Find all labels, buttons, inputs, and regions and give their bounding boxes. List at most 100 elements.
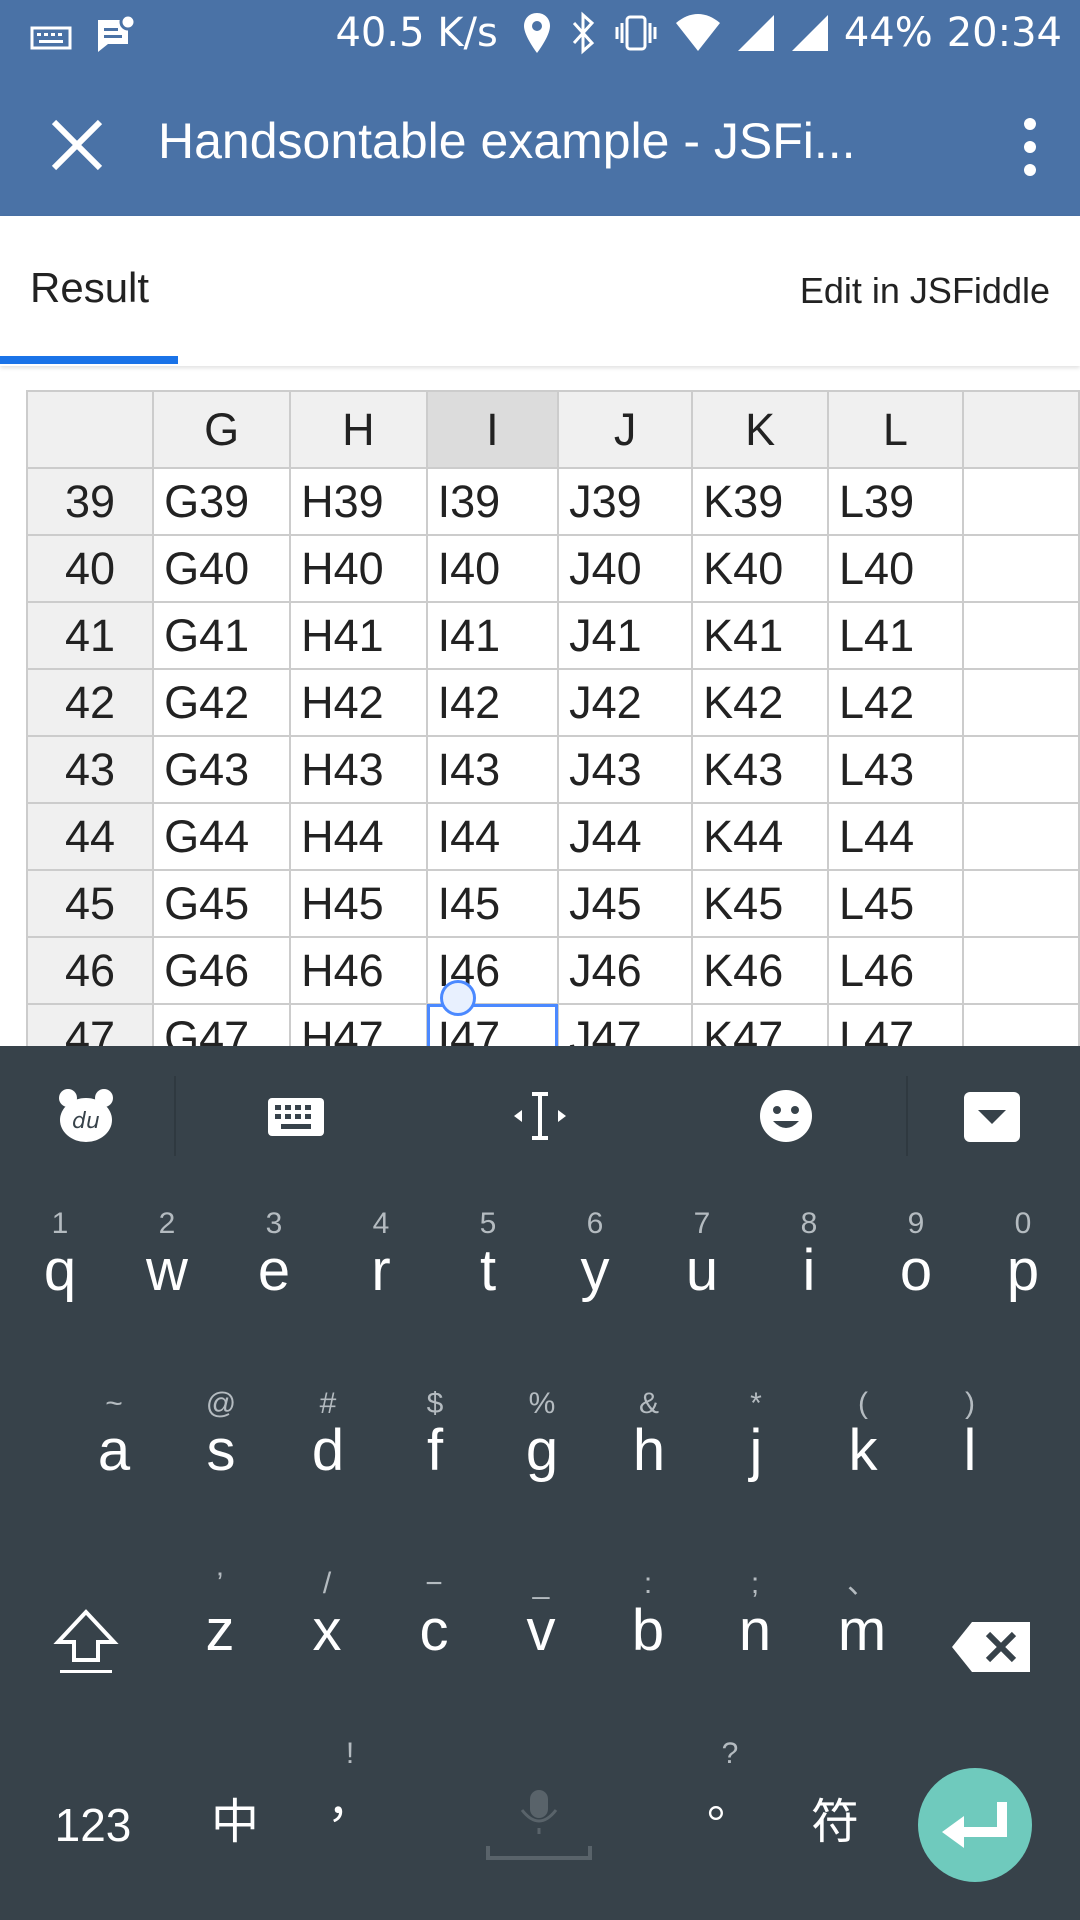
table-cell[interactable]: I41 (425, 601, 560, 670)
key-h[interactable]: & h (601, 1386, 697, 1480)
table-cell[interactable]: H42 (289, 668, 428, 737)
table-cell[interactable]: I43 (425, 735, 560, 804)
key-c[interactable]: − c (386, 1566, 482, 1660)
table-cell[interactable]: G39 (152, 467, 292, 536)
table-cell[interactable]: G46 (152, 936, 292, 1005)
table-cell[interactable]: J46 (557, 936, 694, 1005)
key-y[interactable]: 6y (547, 1206, 643, 1300)
table-cell[interactable]: H41 (289, 601, 428, 670)
table-cell[interactable]: J42 (557, 668, 694, 737)
table-cell[interactable]: K42 (691, 668, 830, 737)
table-cell[interactable]: K43 (691, 735, 830, 804)
close-icon[interactable] (42, 110, 112, 180)
table-cell[interactable]: G41 (152, 601, 292, 670)
table-cell[interactable]: I40 (425, 534, 560, 603)
numbers-key[interactable]: 123 (38, 1796, 148, 1854)
key-r[interactable]: 4r (333, 1206, 429, 1300)
key-s[interactable]: @ s (173, 1386, 269, 1480)
table-cell[interactable]: K41 (691, 601, 830, 670)
emoji-icon[interactable] (756, 1086, 816, 1146)
table-cell[interactable]: L47 (827, 1003, 964, 1046)
row-header[interactable]: 46 (26, 936, 155, 1005)
table-cell[interactable]: J41 (557, 601, 694, 670)
table-cell[interactable]: L44 (827, 802, 964, 871)
shift-key-icon[interactable] (52, 1606, 120, 1678)
key-q[interactable]: 1q (12, 1206, 108, 1300)
table-cell[interactable]: K45 (691, 869, 830, 938)
key-b[interactable]: :b (600, 1566, 696, 1660)
table-cell[interactable]: I45 (425, 869, 560, 938)
table-cell[interactable]: L40 (827, 534, 964, 603)
key-f[interactable]: $ f (387, 1386, 483, 1480)
edit-in-jsfiddle-link[interactable]: Edit in JSFiddle (800, 270, 1050, 312)
table-cell[interactable]: H43 (289, 735, 428, 804)
key-w[interactable]: 2w (119, 1206, 215, 1300)
symbols-key[interactable]: 符 (790, 1794, 880, 1852)
table-cell[interactable]: L39 (827, 467, 964, 536)
period-key[interactable]: ?。 (680, 1736, 780, 1830)
backspace-key-icon[interactable] (950, 1620, 1032, 1674)
comma-key[interactable]: !， (300, 1736, 400, 1830)
key-i[interactable]: 8i (761, 1206, 857, 1300)
hide-keyboard-icon[interactable] (962, 1086, 1022, 1146)
row-header[interactable]: 43 (26, 735, 155, 804)
table-cell[interactable]: H40 (289, 534, 428, 603)
column-header[interactable]: J (557, 390, 694, 469)
key-l[interactable]: ) l (922, 1386, 1018, 1480)
column-header[interactable]: L (827, 390, 964, 469)
table-cell[interactable]: K46 (691, 936, 830, 1005)
baidu-ime-logo-icon[interactable]: du (56, 1086, 116, 1146)
table-cell[interactable]: G44 (152, 802, 292, 871)
row-header[interactable]: 39 (26, 467, 155, 536)
table-cell[interactable]: J43 (557, 735, 694, 804)
selection-handle[interactable] (440, 980, 476, 1016)
table-cell[interactable]: H44 (289, 802, 428, 871)
key-a[interactable]: ~ a (66, 1386, 162, 1480)
table-cell[interactable]: J47 (557, 1003, 694, 1046)
column-header[interactable]: G (152, 390, 292, 469)
key-j[interactable]: * j (708, 1386, 804, 1480)
table-cell[interactable]: G47 (152, 1003, 292, 1046)
more-options-icon[interactable] (1000, 114, 1060, 180)
key-n[interactable]: ; n (707, 1566, 803, 1660)
table-cell[interactable]: G42 (152, 668, 292, 737)
table-cell[interactable]: L42 (827, 668, 964, 737)
key-u[interactable]: 7u (654, 1206, 750, 1300)
table-cell[interactable]: L46 (827, 936, 964, 1005)
table-cell[interactable]: G40 (152, 534, 292, 603)
column-header-selected[interactable]: I (425, 390, 560, 469)
key-p[interactable]: 0p (975, 1206, 1071, 1300)
key-v[interactable]: _ v (493, 1566, 589, 1660)
row-header[interactable]: 45 (26, 869, 155, 938)
key-z[interactable]: ’ z (172, 1566, 268, 1660)
table-cell[interactable]: H45 (289, 869, 428, 938)
table-cell[interactable]: J40 (557, 534, 694, 603)
key-e[interactable]: 3e (226, 1206, 322, 1300)
table-cell[interactable]: I42 (425, 668, 560, 737)
column-header[interactable]: K (691, 390, 830, 469)
table-cell[interactable]: H39 (289, 467, 428, 536)
key-t[interactable]: 5t (440, 1206, 536, 1300)
row-header[interactable]: 42 (26, 668, 155, 737)
table-cell[interactable]: I39 (425, 467, 560, 536)
key-x[interactable]: / x (279, 1566, 375, 1660)
row-header[interactable]: 40 (26, 534, 155, 603)
keyboard-layout-icon[interactable] (266, 1086, 326, 1146)
key-m[interactable]: 、 m (814, 1566, 910, 1660)
cursor-move-icon[interactable] (510, 1086, 570, 1146)
table-cell[interactable]: K39 (691, 467, 830, 536)
enter-key[interactable] (918, 1768, 1032, 1882)
table-cell[interactable]: H47 (289, 1003, 428, 1046)
key-k[interactable]: (k (815, 1386, 911, 1480)
table-cell[interactable]: L45 (827, 869, 964, 938)
table-cell[interactable]: K44 (691, 802, 830, 871)
row-header[interactable]: 47 (26, 1003, 155, 1046)
space-bar[interactable] (484, 1776, 594, 1866)
table-cell[interactable]: K40 (691, 534, 830, 603)
key-o[interactable]: 9o (868, 1206, 964, 1300)
table-cell[interactable]: K47 (691, 1003, 830, 1046)
row-header[interactable]: 41 (26, 601, 155, 670)
table-cell[interactable]: G43 (152, 735, 292, 804)
column-header[interactable]: H (289, 390, 428, 469)
table-cell[interactable]: I44 (425, 802, 560, 871)
